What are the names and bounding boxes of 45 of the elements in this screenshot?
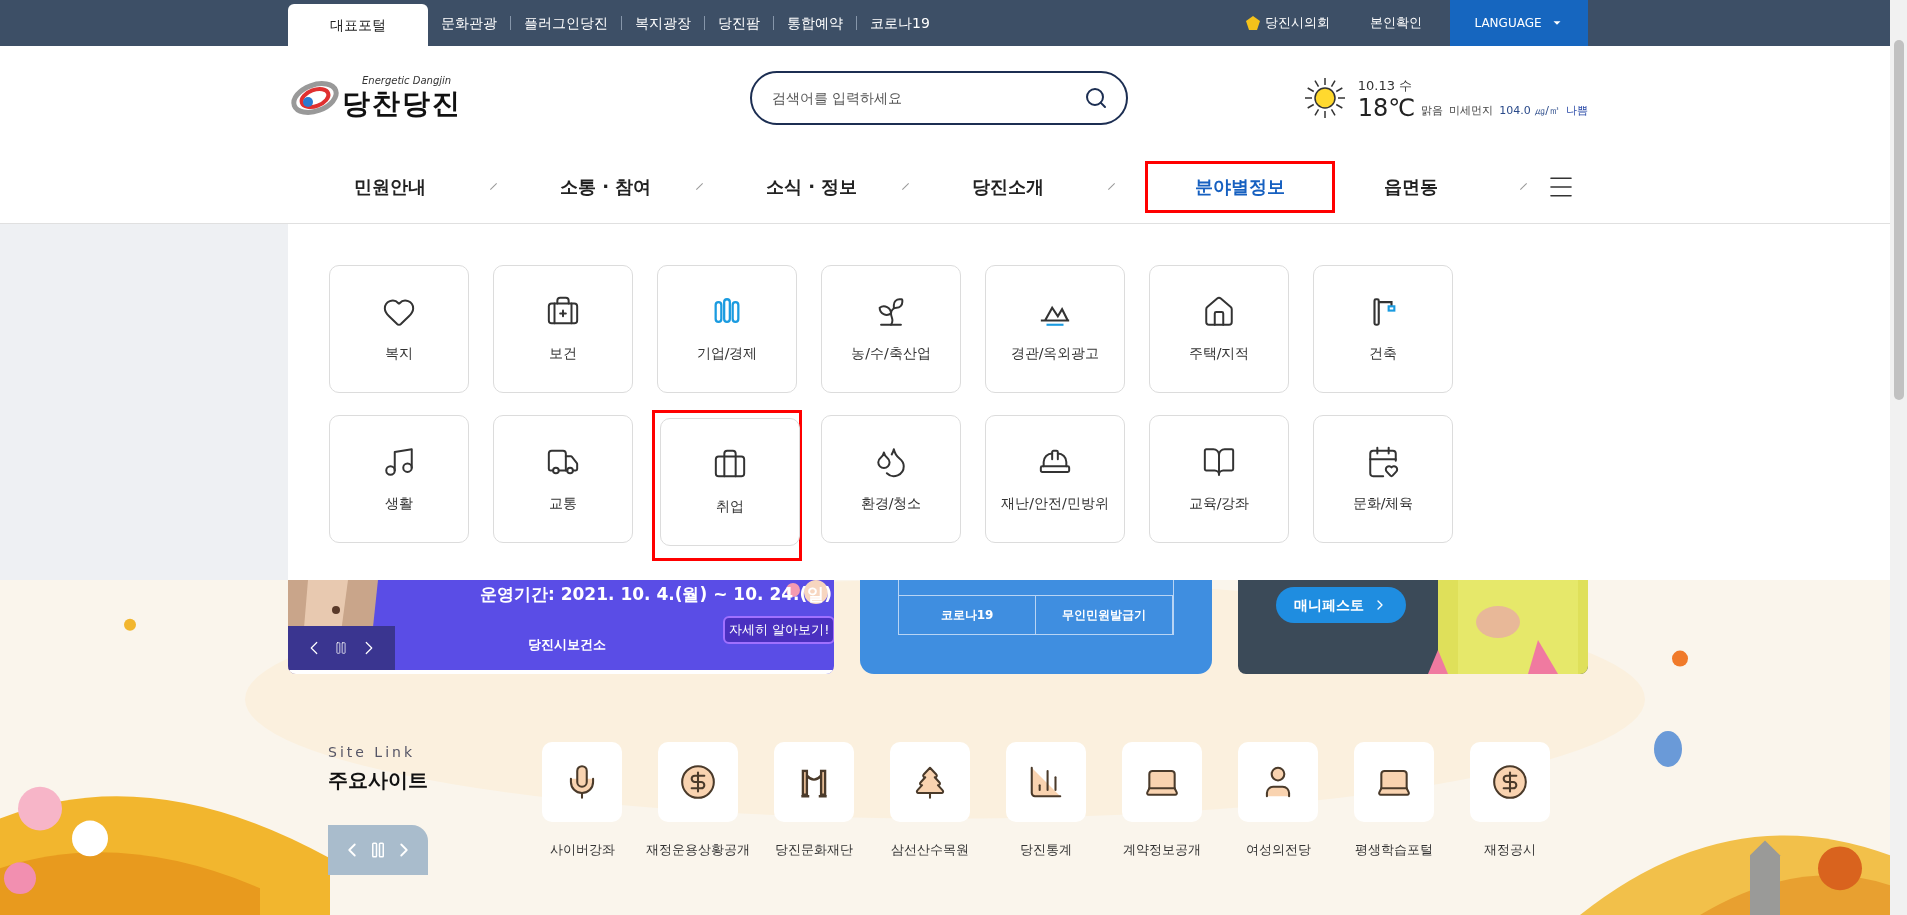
pentagon-icon	[1245, 15, 1261, 31]
category-tile[interactable]: 주택/지적	[1149, 265, 1289, 393]
portal-tab[interactable]: 문화관광	[428, 12, 510, 34]
category-tile[interactable]: 농/수/축산업	[821, 265, 961, 393]
category-tile[interactable]: 건축	[1313, 265, 1453, 393]
category-tile[interactable]: 교통	[493, 415, 633, 543]
logo-text: 당찬당진	[342, 86, 462, 121]
verify-link[interactable]: 본인확인	[1370, 13, 1422, 33]
category-tile[interactable]: 환경/청소	[821, 415, 961, 543]
category-tile[interactable]: 보건	[493, 265, 633, 393]
nav-item[interactable]: 당진소개	[972, 173, 1044, 200]
search-field[interactable]: 검색어를 입력하세요	[750, 71, 1128, 125]
weather-condition: 맑음	[1421, 103, 1444, 120]
category-tile[interactable]: 복지	[329, 265, 469, 393]
weather-date: 10.13 수	[1357, 77, 1414, 96]
council-link[interactable]: 당진시의회	[1265, 13, 1330, 33]
logo-tagline: Energetic Dangjin	[362, 75, 453, 86]
category-tile[interactable]: 재난/안전/민방위	[985, 415, 1125, 543]
dust-value: 104.0 ㎍/㎥	[1499, 103, 1560, 120]
dust-label: 미세먼지	[1449, 103, 1494, 120]
portal-tab[interactable]: 통합예약	[774, 12, 856, 34]
logo-emblem-icon	[288, 78, 342, 118]
portal-tab[interactable]: 코로나19	[857, 12, 943, 34]
category-tile[interactable]: 문화/체육	[1313, 415, 1453, 543]
nav-item[interactable]: 소통 · 참여	[560, 173, 652, 200]
portal-tab[interactable]: 복지광장	[622, 12, 704, 34]
category-tile[interactable]: 생활	[329, 415, 469, 543]
portal-tab[interactable]: 플러그인당진	[511, 12, 621, 34]
nav-item[interactable]: 소식 · 정보	[766, 173, 858, 200]
category-tile[interactable]: 취업	[660, 418, 800, 546]
nav-item[interactable]: 민원안내	[354, 173, 426, 200]
language-button[interactable]: LANGUAGE	[1450, 0, 1588, 46]
temperature: 18℃	[1357, 95, 1416, 120]
house-icon	[1202, 294, 1236, 329]
calendar-icon	[1366, 444, 1400, 479]
category-tile[interactable]: 경관/옥외광고	[985, 265, 1125, 393]
nav-item[interactable]: 분야별정보	[1145, 160, 1335, 213]
portal-tab[interactable]: 당진팜	[705, 12, 773, 34]
dust-grade: 나쁨	[1566, 103, 1588, 120]
category-tile[interactable]: 교육/강좌	[1149, 415, 1289, 543]
scrollbar[interactable]	[1890, 0, 1907, 915]
category-tile[interactable]: 기업/경제	[657, 265, 797, 393]
search-icon[interactable]	[1084, 86, 1108, 110]
nav-item[interactable]: 읍면동	[1384, 173, 1438, 200]
portal-tab[interactable]: 대표포털	[288, 4, 428, 46]
